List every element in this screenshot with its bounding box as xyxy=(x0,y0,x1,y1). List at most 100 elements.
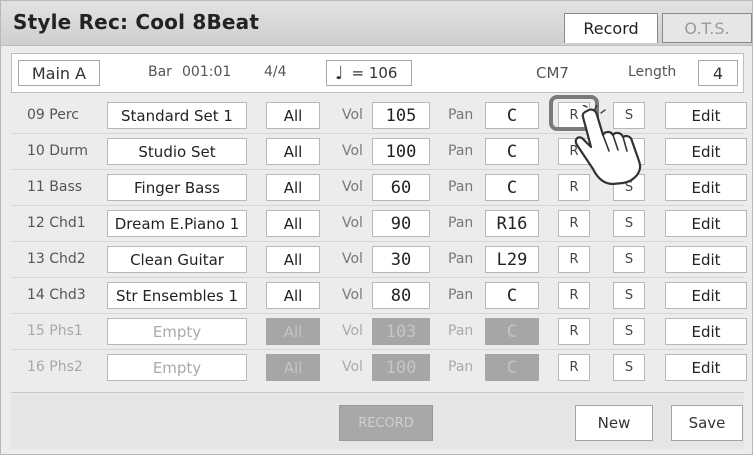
track-number: 09 Perc xyxy=(27,107,79,123)
pan-value: C xyxy=(485,354,539,381)
quarter-note-icon: ♩ xyxy=(335,62,344,84)
record-button[interactable]: RECORD xyxy=(339,405,433,441)
pan-label: Pan xyxy=(448,323,474,339)
voice-selector[interactable]: Studio Set xyxy=(107,138,247,165)
pan-label: Pan xyxy=(448,143,474,159)
part-selector[interactable]: All xyxy=(266,282,320,309)
row-divider xyxy=(11,349,744,350)
part-selector[interactable]: All xyxy=(266,174,320,201)
info-bar: Main A Bar 001:01 4/4 ♩ = 106 CM7 Length… xyxy=(11,53,744,93)
pan-label: Pan xyxy=(448,179,474,195)
solo-track-button[interactable]: S xyxy=(613,282,645,309)
solo-track-button[interactable]: S xyxy=(613,210,645,237)
volume-value[interactable]: 90 xyxy=(372,210,430,237)
edit-track-button[interactable]: Edit xyxy=(665,246,747,273)
solo-track-button[interactable]: S xyxy=(613,318,645,345)
record-track-button[interactable]: R xyxy=(558,210,590,237)
volume-value[interactable]: 60 xyxy=(372,174,430,201)
volume-label: Vol xyxy=(342,359,363,375)
title-bar: Style Rec: Cool 8Beat Record O.T.S. xyxy=(1,1,752,46)
voice-selector[interactable]: Empty xyxy=(107,318,247,345)
record-track-button[interactable]: R xyxy=(558,282,590,309)
record-track-button[interactable]: R xyxy=(558,246,590,273)
part-selector[interactable]: All xyxy=(266,210,320,237)
pan-value[interactable]: C xyxy=(485,282,539,309)
volume-value[interactable]: 30 xyxy=(372,246,430,273)
volume-label: Vol xyxy=(342,179,363,195)
tempo-display[interactable]: ♩ = 106 xyxy=(326,60,412,86)
edit-track-button[interactable]: Edit xyxy=(665,174,747,201)
section-selector[interactable]: Main A xyxy=(18,60,100,86)
bar-label: Bar xyxy=(148,64,172,80)
pan-label: Pan xyxy=(448,287,474,303)
track-number: 15 Phs1 xyxy=(27,323,83,339)
volume-label: Vol xyxy=(342,251,363,267)
length-label: Length xyxy=(628,64,677,80)
row-divider xyxy=(11,277,744,278)
voice-selector[interactable]: Finger Bass xyxy=(107,174,247,201)
style-record-panel: Style Rec: Cool 8Beat Record O.T.S. Main… xyxy=(0,0,753,455)
edit-track-button[interactable]: Edit xyxy=(665,210,747,237)
volume-value[interactable]: 105 xyxy=(372,102,430,129)
solo-track-button[interactable]: S xyxy=(613,354,645,381)
volume-value[interactable]: 80 xyxy=(372,282,430,309)
voice-selector[interactable]: Empty xyxy=(107,354,247,381)
track-number: 11 Bass xyxy=(27,179,83,195)
pan-label: Pan xyxy=(448,215,474,231)
bottom-bar: RECORD New Save xyxy=(11,392,744,449)
pan-value[interactable]: C xyxy=(485,138,539,165)
edit-track-button[interactable]: Edit xyxy=(665,102,747,129)
track-number: 12 Chd1 xyxy=(27,215,86,231)
part-selector: All xyxy=(266,318,320,345)
pan-value[interactable]: C xyxy=(485,174,539,201)
track-number: 10 Durm xyxy=(27,143,89,159)
part-selector: All xyxy=(266,354,320,381)
edit-track-button[interactable]: Edit xyxy=(665,138,747,165)
bar-position: 001:01 xyxy=(182,64,232,80)
voice-selector[interactable]: Str Ensembles 1 xyxy=(107,282,247,309)
row-divider xyxy=(11,205,744,206)
edit-track-button[interactable]: Edit xyxy=(665,354,747,381)
volume-label: Vol xyxy=(342,215,363,231)
tab-record[interactable]: Record xyxy=(564,13,658,43)
volume-label: Vol xyxy=(342,107,363,123)
length-value[interactable]: 4 xyxy=(698,60,738,86)
edit-track-button[interactable]: Edit xyxy=(665,318,747,345)
solo-track-button[interactable]: S xyxy=(613,246,645,273)
part-selector[interactable]: All xyxy=(266,138,320,165)
time-signature: 4/4 xyxy=(264,64,287,80)
volume-value[interactable]: 100 xyxy=(372,138,430,165)
tab-ots[interactable]: O.T.S. xyxy=(662,13,752,43)
volume-value: 103 xyxy=(372,318,430,345)
new-button[interactable]: New xyxy=(575,405,653,441)
volume-label: Vol xyxy=(342,143,363,159)
track-number: 13 Chd2 xyxy=(27,251,86,267)
row-divider xyxy=(11,313,744,314)
part-selector[interactable]: All xyxy=(266,246,320,273)
pan-label: Pan xyxy=(448,251,474,267)
part-selector[interactable]: All xyxy=(266,102,320,129)
edit-track-button[interactable]: Edit xyxy=(665,282,747,309)
track-number: 16 Phs2 xyxy=(27,359,83,375)
volume-label: Vol xyxy=(342,287,363,303)
pan-value[interactable]: R16 xyxy=(485,210,539,237)
volume-label: Vol xyxy=(342,323,363,339)
pan-label: Pan xyxy=(448,107,474,123)
save-button[interactable]: Save xyxy=(671,405,743,441)
pan-value: C xyxy=(485,318,539,345)
voice-selector[interactable]: Dream E.Piano 1 xyxy=(107,210,247,237)
chord-display: CM7 xyxy=(536,64,569,82)
record-track-button[interactable]: R xyxy=(558,354,590,381)
pan-value[interactable]: C xyxy=(485,102,539,129)
track-number: 14 Chd3 xyxy=(27,287,86,303)
volume-value: 100 xyxy=(372,354,430,381)
record-track-button[interactable]: R xyxy=(558,318,590,345)
hand-pointer-icon xyxy=(574,105,642,185)
tempo-value: = 106 xyxy=(351,64,398,82)
pan-label: Pan xyxy=(448,359,474,375)
pan-value[interactable]: L29 xyxy=(485,246,539,273)
page-title: Style Rec: Cool 8Beat xyxy=(13,10,260,34)
voice-selector[interactable]: Standard Set 1 xyxy=(107,102,247,129)
row-divider xyxy=(11,241,744,242)
voice-selector[interactable]: Clean Guitar xyxy=(107,246,247,273)
